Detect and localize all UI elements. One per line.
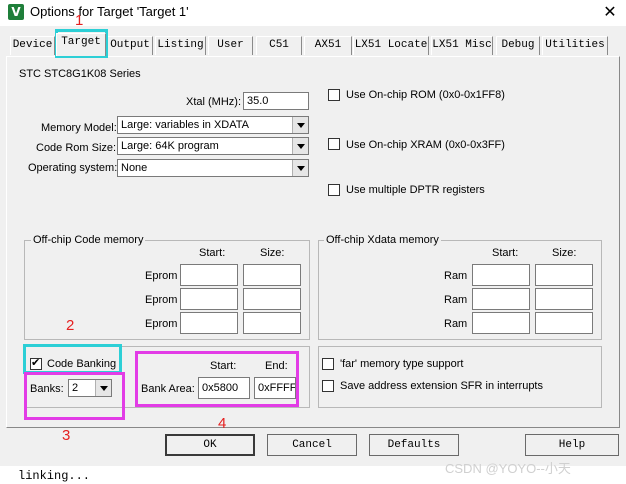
eprom-label-3: Eprom [145,318,178,330]
ok-button[interactable]: OK [165,434,255,456]
use-multiple-dptr-label: Use multiple DPTR registers [346,184,485,196]
memory-model-label: Memory Model: [41,122,117,134]
device-name: STC STC8G1K08 Series [19,68,141,80]
use-onchip-xram-checkbox[interactable] [328,138,340,150]
far-memory-label: 'far' memory type support [340,358,464,370]
tab-c51[interactable]: C51 [256,36,302,55]
offchip-code-start-header: Start: [199,247,226,259]
offchip-code-title: Off-chip Code memory [31,234,146,246]
ram-start-input-3[interactable] [472,312,530,334]
annotation-1: 1 [75,12,84,29]
ram-start-input-2[interactable] [472,288,530,310]
offchip-xdata-start-header: Start: [492,247,519,259]
annotation-3: 3 [62,427,71,444]
operating-system-label: Operating system: [28,162,118,174]
operating-system-select[interactable]: None [117,159,309,177]
code-rom-size-label: Code Rom Size: [36,142,117,154]
tab-debug[interactable]: Debug [496,36,540,55]
watermark-text: CSDN @YOYO--小天 [445,461,571,476]
tab-lx51-locate[interactable]: LX51 Locate [353,36,429,55]
ram-size-input-3[interactable] [535,312,593,334]
ram-label-1: Ram [444,270,468,282]
ram-label-2: Ram [444,294,468,306]
eprom-label-2: Eprom [145,294,178,306]
offchip-code-size-header: Size: [260,247,285,259]
offchip-xdata-size-header: Size: [552,247,577,259]
tab-user[interactable]: User [208,36,253,55]
eprom-start-input-3[interactable] [180,312,238,334]
eprom-size-input-2[interactable] [243,288,301,310]
far-memory-checkbox[interactable] [322,358,334,370]
xtal-label: Xtal (MHz): [186,96,241,108]
title-bar: V Options for Target 'Target 1' ✕ [0,0,626,26]
use-onchip-rom-label: Use On-chip ROM (0x0-0x1FF8) [346,89,505,101]
tab-target[interactable]: Target [56,33,106,56]
cancel-button[interactable]: Cancel [267,434,357,456]
highlight-banks [24,372,125,420]
use-onchip-rom-checkbox[interactable] [328,89,340,101]
use-onchip-xram-label: Use On-chip XRAM (0x0-0x3FF) [346,139,505,151]
console-line: linking... [18,469,91,483]
tab-device[interactable]: Device [10,36,55,55]
tab-lx51-misc[interactable]: LX51 Misc [431,36,493,55]
close-icon[interactable]: ✕ [596,1,624,23]
use-multiple-dptr-checkbox[interactable] [328,184,340,196]
memory-model-value: Large: variables in XDATA [121,119,249,131]
xtal-input[interactable]: 35.0 [243,92,309,110]
memory-model-select[interactable]: Large: variables in XDATA [117,116,309,134]
operating-system-value: None [121,162,148,174]
code-rom-size-select[interactable]: Large: 64K program [117,137,309,155]
eprom-start-input-1[interactable] [180,264,238,286]
eprom-size-input-3[interactable] [243,312,301,334]
ram-size-input-2[interactable] [535,288,593,310]
chevron-down-icon[interactable] [292,138,308,154]
eprom-start-input-2[interactable] [180,288,238,310]
window-title: Options for Target 'Target 1' [30,4,189,19]
ram-size-input-1[interactable] [535,264,593,286]
defaults-button[interactable]: Defaults [369,434,459,456]
keil-uvision-icon: V [8,4,24,20]
annotation-4: 4 [218,415,227,432]
offchip-xdata-title: Off-chip Xdata memory [324,234,441,246]
tab-listing[interactable]: Listing [155,36,206,55]
highlight-bank-area [135,351,299,407]
tab-output[interactable]: Output [107,36,153,55]
ram-label-3: Ram [444,318,468,330]
highlight-code-banking [23,344,122,374]
far-memory-group [318,346,602,408]
eprom-size-input-1[interactable] [243,264,301,286]
ram-start-input-1[interactable] [472,264,530,286]
help-button[interactable]: Help [525,434,619,456]
chevron-down-icon[interactable] [292,160,308,176]
annotation-2: 2 [66,317,75,334]
chevron-down-icon[interactable] [292,117,308,133]
eprom-label-1: Eprom [145,270,178,282]
tab-ax51[interactable]: AX51 [304,36,352,55]
save-sfr-checkbox[interactable] [322,380,334,392]
save-sfr-label: Save address extension SFR in interrupts [340,380,543,392]
code-rom-size-value: Large: 64K program [121,140,219,152]
tab-utilities[interactable]: Utilities [542,36,608,55]
